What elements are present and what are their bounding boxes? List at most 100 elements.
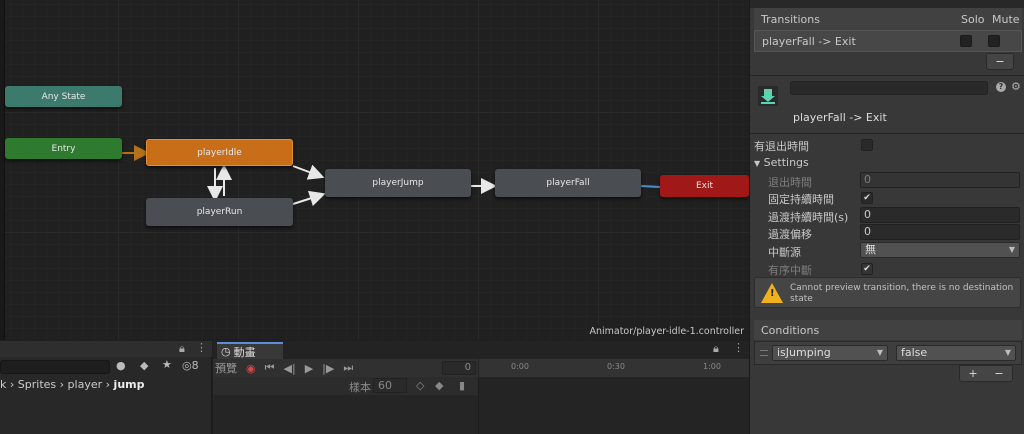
- tag-icon[interactable]: ◆: [140, 359, 148, 372]
- state-node-player-idle[interactable]: playerIdle: [146, 139, 293, 166]
- breadcrumb-current[interactable]: jump: [114, 378, 145, 391]
- hidden-count-value: 8: [191, 359, 199, 372]
- last-keyframe-icon[interactable]: ⏭: [343, 361, 353, 375]
- animator-graph-canvas[interactable]: Any State Entry playerIdle playerRun pla…: [0, 0, 749, 340]
- transition-list-row[interactable]: playerFall -> Exit: [754, 30, 1022, 52]
- fixed-duration-label: 固定持續時間: [768, 193, 834, 206]
- transition-offset-field[interactable]: 0: [860, 224, 1020, 240]
- drag-handle-icon[interactable]: [760, 350, 768, 356]
- frame-field[interactable]: 0: [442, 361, 476, 375]
- solo-column-label: Solo: [961, 12, 985, 26]
- fixed-duration-checkbox[interactable]: ✔: [861, 192, 873, 204]
- preview-button[interactable]: 預覽: [215, 360, 237, 376]
- settings-foldout[interactable]: ▼ Settings: [754, 156, 809, 169]
- exit-node[interactable]: Exit: [660, 175, 749, 197]
- warning-text: Cannot preview transition, there is no d…: [790, 283, 1014, 304]
- transition-duration-label: 過渡持續時間(s): [768, 211, 849, 224]
- settings-label: Settings: [763, 156, 809, 169]
- chevron-down-icon: ▼: [1004, 348, 1011, 357]
- state-node-player-fall[interactable]: playerFall: [495, 169, 641, 197]
- transition-run-jump: [292, 190, 326, 207]
- inspector-topbar: [750, 0, 1024, 8]
- menu-icon[interactable]: ⋮: [733, 341, 744, 354]
- eye-icon: ◎: [182, 359, 192, 372]
- condition-parameter-dropdown[interactable]: isJumping ▼: [772, 345, 888, 361]
- transitions-list-header: Transitions Solo Mute: [754, 8, 1022, 30]
- remove-transition-button[interactable]: −: [986, 53, 1014, 70]
- breadcrumb-item[interactable]: k: [0, 378, 6, 391]
- mute-column-label: Mute: [992, 12, 1020, 26]
- breadcrumb-item[interactable]: player: [68, 378, 103, 391]
- menu-icon[interactable]: ⋮: [196, 341, 207, 354]
- has-exit-time-checkbox[interactable]: [861, 139, 873, 151]
- timeline-ruler[interactable]: 0:00 0:30 1:00: [478, 359, 749, 377]
- property-list[interactable]: [213, 395, 478, 434]
- entry-node[interactable]: Entry: [5, 138, 122, 159]
- state-node-player-run[interactable]: playerRun: [146, 198, 293, 226]
- star-icon[interactable]: ★: [162, 358, 172, 371]
- create-icon[interactable]: ●: [116, 359, 126, 372]
- add-keyframe-icon[interactable]: ◆: [435, 379, 443, 392]
- solo-checkbox[interactable]: [960, 35, 972, 47]
- next-keyframe-icon[interactable]: |▶: [322, 362, 334, 375]
- interruption-source-label: 中斷源: [768, 246, 801, 259]
- interruption-source-value: 無: [865, 243, 876, 256]
- controller-path: Animator/player-idle-1.controller: [587, 324, 746, 340]
- any-state-node[interactable]: Any State: [5, 86, 122, 107]
- transition-offset-label: 過渡偏移: [768, 228, 812, 241]
- hidden-count[interactable]: ◎8: [182, 359, 199, 372]
- transition-title: playerFall -> Exit: [793, 111, 887, 124]
- exit-time-field[interactable]: 0: [860, 172, 1020, 188]
- animation-toolbar: 預覽 ◉ ⏮ ◀| ▶ |▶ ⏭: [213, 359, 478, 377]
- preview-warning-box: ! Cannot preview transition, there is no…: [754, 277, 1021, 308]
- transition-idle-jump: [292, 164, 325, 180]
- play-icon[interactable]: ▶: [305, 362, 313, 375]
- keyframe-icon[interactable]: ◇: [416, 379, 424, 392]
- timeline-tick: 0:00: [511, 362, 529, 371]
- samples-field[interactable]: 60: [373, 378, 407, 393]
- exit-time-label: 退出時間: [768, 176, 812, 189]
- timeline-tick: 0:30: [607, 362, 625, 371]
- interruption-source-dropdown[interactable]: 無 ▼: [860, 242, 1020, 258]
- project-search-input[interactable]: [0, 360, 110, 374]
- foldout-arrow-icon: ▼: [754, 159, 761, 168]
- help-icon[interactable]: ?: [996, 82, 1006, 92]
- mute-checkbox[interactable]: [988, 35, 1000, 47]
- clock-icon: ◷: [221, 345, 231, 358]
- condition-row[interactable]: isJumping ▼ false ▼: [754, 341, 1022, 365]
- samples-label: 樣本: [349, 381, 371, 394]
- first-keyframe-icon[interactable]: ⏮: [265, 361, 275, 375]
- divider: [750, 75, 1024, 76]
- gear-icon[interactable]: ⚙: [1011, 80, 1021, 93]
- transition-icon: [758, 86, 778, 106]
- add-event-icon[interactable]: ▮: [459, 379, 465, 392]
- tab-animation[interactable]: ◷ 動畫: [217, 342, 283, 359]
- animation-samples-row: 樣本 60 ◇ ◆ ▮: [213, 377, 478, 395]
- prev-keyframe-icon[interactable]: ◀|: [284, 362, 296, 375]
- has-exit-time-label: 有退出時間: [754, 140, 809, 153]
- dopesheet-area[interactable]: [478, 377, 749, 434]
- condition-parameter-value: isJumping: [777, 346, 831, 359]
- conditions-header-label: Conditions: [761, 323, 820, 337]
- animation-panel: 🔒︎ ⋮ ◷ 動畫 預覽 ◉ ⏮ ◀| ▶ |▶ ⏭ 0 0:00 0:30 1:…: [213, 341, 749, 434]
- add-condition-button[interactable]: +: [968, 366, 977, 381]
- project-panel: 🔒︎ ⋮ ● ◆ ★ ◎8 k › Sprites › player › jum…: [0, 341, 212, 434]
- record-icon[interactable]: ◉: [246, 362, 256, 375]
- breadcrumb: k › Sprites › player › jump: [0, 378, 145, 391]
- lock-icon[interactable]: 🔒︎: [179, 342, 185, 356]
- condition-value-dropdown[interactable]: false ▼: [896, 345, 1016, 361]
- transition-name-field[interactable]: [790, 81, 988, 95]
- remove-condition-button[interactable]: −: [994, 366, 1003, 381]
- condition-value: false: [901, 346, 928, 359]
- transition-duration-field[interactable]: 0: [860, 207, 1020, 223]
- animation-tab-bar: 🔒︎ ⋮: [213, 341, 749, 359]
- conditions-header: Conditions: [754, 320, 1022, 340]
- state-node-player-jump[interactable]: playerJump: [325, 169, 471, 197]
- lock-icon[interactable]: 🔒︎: [713, 342, 719, 356]
- transition-row-label: playerFall -> Exit: [762, 34, 856, 48]
- tab-animation-label: 動畫: [233, 345, 256, 359]
- breadcrumb-item[interactable]: Sprites: [18, 378, 56, 391]
- ordered-interruption-checkbox[interactable]: ✔: [861, 263, 873, 275]
- condition-add-remove: + −: [959, 365, 1013, 382]
- transition-fall-exit: [640, 185, 661, 188]
